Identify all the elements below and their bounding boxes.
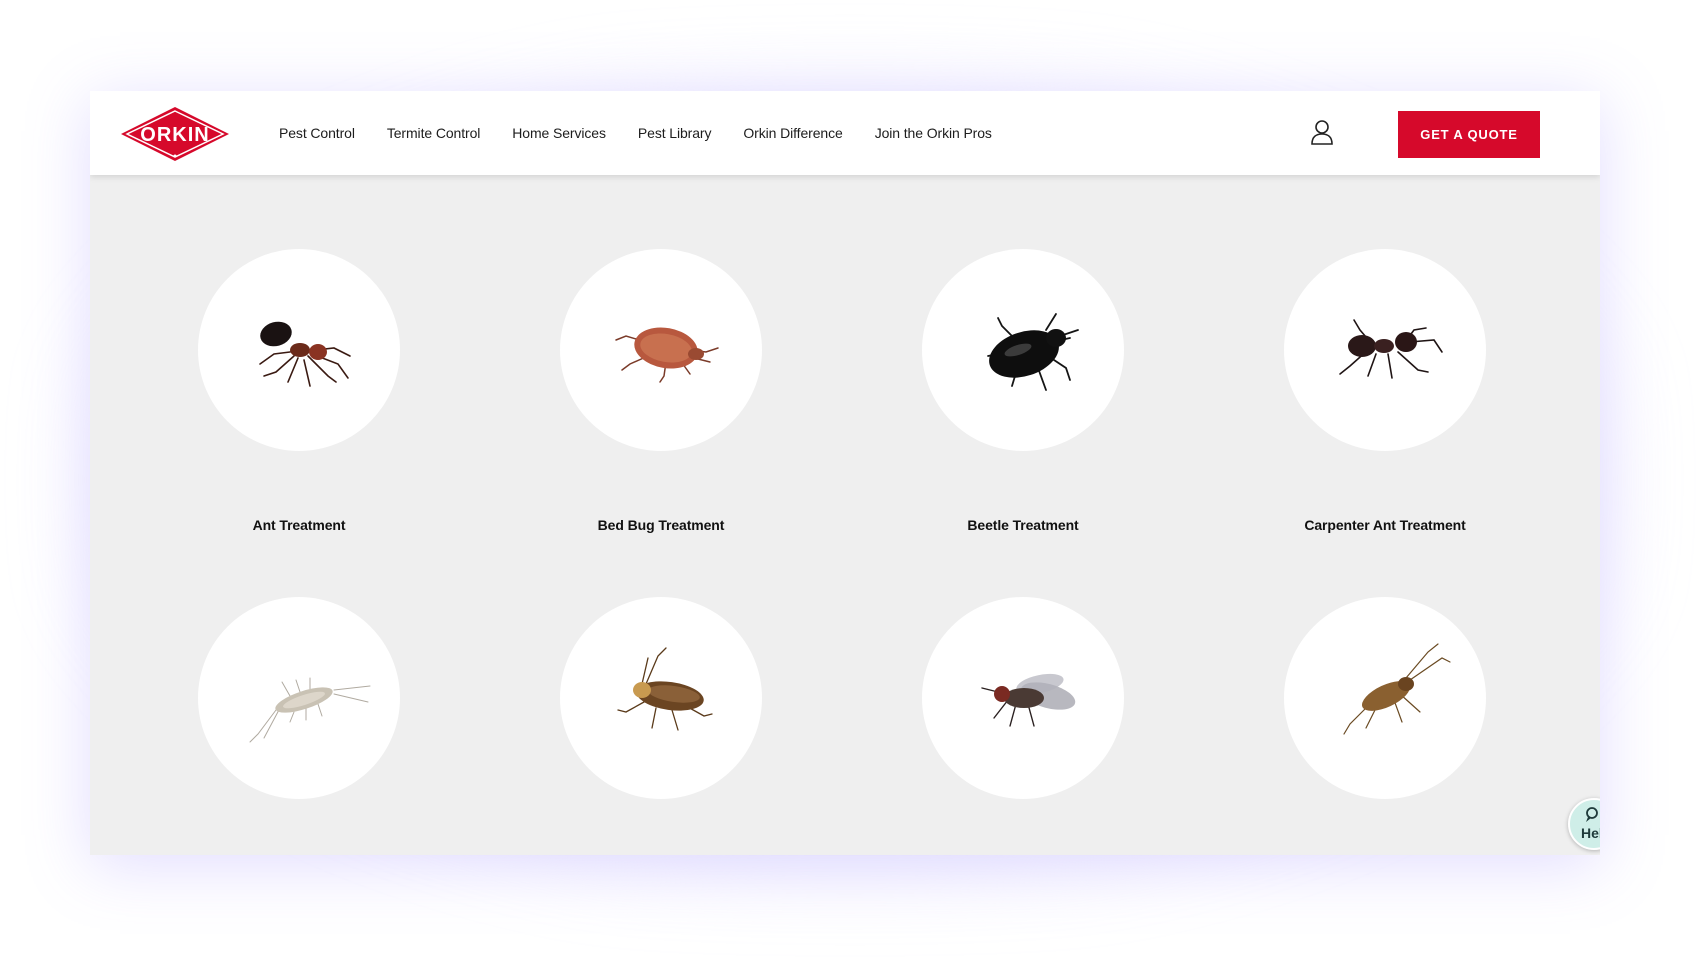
treatment-card-carpenter-ant[interactable]: Carpenter Ant Treatment xyxy=(1275,249,1495,533)
treatment-card-cricket[interactable] xyxy=(1275,597,1495,855)
nav-orkin-difference[interactable]: Orkin Difference xyxy=(743,125,842,141)
treatment-image-circle[interactable] xyxy=(922,249,1124,451)
treatment-card-ant[interactable]: Ant Treatment xyxy=(189,249,409,533)
treatment-image-circle[interactable] xyxy=(560,249,762,451)
treatment-image-circle[interactable] xyxy=(1284,597,1486,799)
silverfish-icon xyxy=(249,677,371,743)
site-header: ORKIN Pest Control Termite Control Home … xyxy=(90,91,1600,175)
treatment-card-cockroach[interactable] xyxy=(551,597,771,855)
chat-person-icon xyxy=(1586,807,1598,822)
cockroach-icon xyxy=(617,647,713,731)
orkin-logo[interactable]: ORKIN xyxy=(119,105,231,163)
help-label: Hel xyxy=(1581,825,1600,841)
treatment-card-fly[interactable] xyxy=(913,597,1133,855)
treatment-image-circle[interactable] xyxy=(922,597,1124,799)
ant-icon xyxy=(259,321,351,387)
main-nav: Pest Control Termite Control Home Servic… xyxy=(279,91,1024,175)
user-icon[interactable] xyxy=(1310,119,1334,145)
treatment-image-circle[interactable] xyxy=(198,597,400,799)
bed-bug-icon xyxy=(615,327,719,383)
carpenter-ant-icon xyxy=(1339,319,1443,379)
treatment-label[interactable]: Carpenter Ant Treatment xyxy=(1304,517,1465,533)
treatment-card-bed-bug[interactable]: Bed Bug Treatment xyxy=(551,249,771,533)
get-a-quote-button[interactable]: GET A QUOTE xyxy=(1398,111,1540,158)
fly-icon xyxy=(981,673,1076,727)
browser-viewport: ORKIN Pest Control Termite Control Home … xyxy=(90,91,1600,855)
treatment-card-silverfish[interactable] xyxy=(189,597,409,855)
nav-pest-control[interactable]: Pest Control xyxy=(279,125,355,141)
cricket-icon xyxy=(1343,643,1451,735)
treatment-label[interactable]: Beetle Treatment xyxy=(967,517,1078,533)
treatment-image-circle[interactable] xyxy=(198,249,400,451)
beetle-icon xyxy=(987,313,1079,391)
nav-join-orkin-pros[interactable]: Join the Orkin Pros xyxy=(875,125,992,141)
treatment-card-beetle[interactable]: Beetle Treatment xyxy=(913,249,1133,533)
nav-pest-library[interactable]: Pest Library xyxy=(638,125,712,141)
treatment-image-circle[interactable] xyxy=(560,597,762,799)
treatment-image-circle[interactable] xyxy=(1284,249,1486,451)
nav-termite-control[interactable]: Termite Control xyxy=(387,125,481,141)
treatment-label[interactable]: Ant Treatment xyxy=(253,517,346,533)
treatment-label[interactable]: Bed Bug Treatment xyxy=(598,517,725,533)
treatment-grid: Ant Treatment Bed Bug Treatment Beetle T… xyxy=(90,91,1600,855)
nav-home-services[interactable]: Home Services xyxy=(512,125,606,141)
logo-wordmark: ORKIN xyxy=(140,124,209,146)
